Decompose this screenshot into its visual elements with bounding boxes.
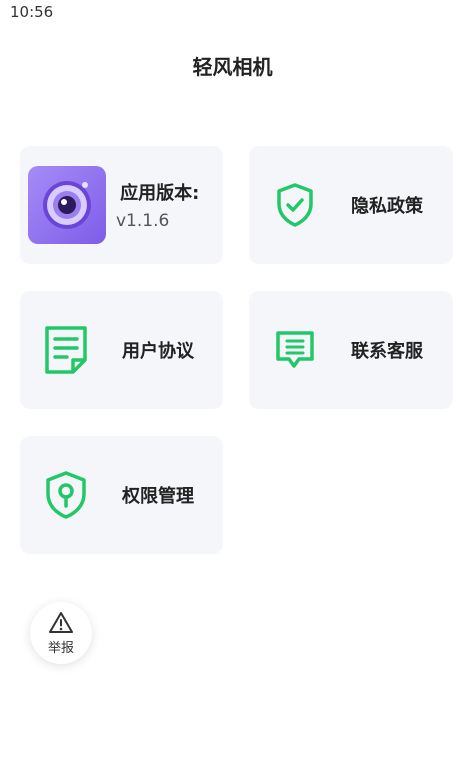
camera-app-icon: [28, 166, 106, 244]
warning-icon: [48, 611, 74, 635]
app-version-value: v1.1.6: [116, 211, 170, 231]
user-agreement-label: 用户协议: [122, 341, 194, 362]
status-bar-time: 10:56: [10, 3, 54, 21]
shield-check-icon: [273, 180, 317, 230]
report-label: 举报: [47, 640, 74, 656]
page-title: 轻风相机: [192, 55, 273, 79]
permission-management-card[interactable]: 权限管理: [20, 436, 223, 554]
app-version-label: 应用版本:: [120, 183, 200, 204]
document-icon: [42, 323, 90, 377]
customer-service-label: 联系客服: [351, 341, 423, 362]
shield-key-icon: [42, 468, 90, 522]
user-agreement-card[interactable]: 用户协议: [20, 291, 223, 409]
permission-management-label: 权限管理: [122, 486, 194, 507]
customer-service-card[interactable]: 联系客服: [249, 291, 453, 409]
chat-icon: [273, 328, 317, 372]
privacy-policy-label: 隐私政策: [351, 196, 423, 217]
report-button[interactable]: 举报: [30, 602, 92, 664]
privacy-policy-card[interactable]: 隐私政策: [249, 146, 453, 264]
app-version-card: 应用版本: v1.1.6: [20, 146, 223, 264]
